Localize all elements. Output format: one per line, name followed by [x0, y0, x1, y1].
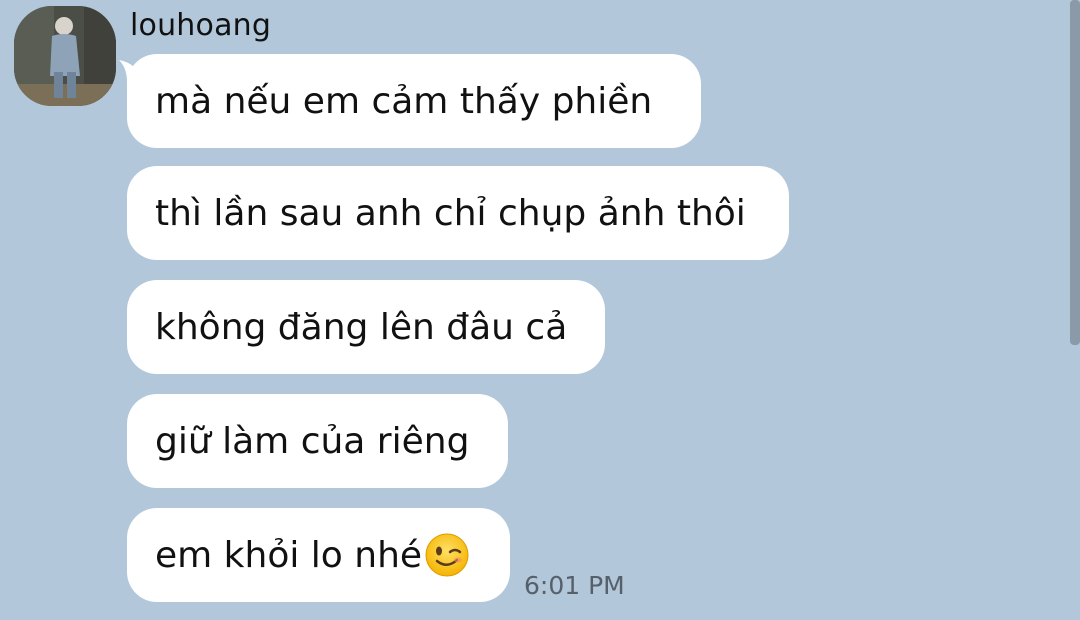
message-text: thì lần sau anh chỉ chụp ảnh thôi	[155, 192, 746, 234]
message-bubble[interactable]: giữ làm của riêng	[127, 394, 508, 488]
message-text: giữ làm của riêng	[155, 420, 470, 462]
message-bubble[interactable]: mà nếu em cảm thấy phiền	[127, 54, 701, 148]
message-text: em khỏi lo nhé	[155, 534, 423, 576]
message-text: không đăng lên đâu cả	[155, 306, 568, 348]
scrollbar[interactable]	[1070, 0, 1080, 345]
message-bubble[interactable]: em khỏi lo nhé	[127, 508, 510, 602]
message-text: mà nếu em cảm thấy phiền	[155, 80, 653, 122]
message-bubble[interactable]: thì lần sau anh chỉ chụp ảnh thôi	[127, 166, 789, 260]
message-bubble[interactable]: không đăng lên đâu cả	[127, 280, 605, 374]
message-timestamp: 6:01 PM	[524, 571, 625, 600]
sender-avatar[interactable]	[14, 6, 116, 106]
sender-name: louhoang	[130, 8, 272, 43]
winking-face-emoji-icon	[425, 533, 469, 577]
